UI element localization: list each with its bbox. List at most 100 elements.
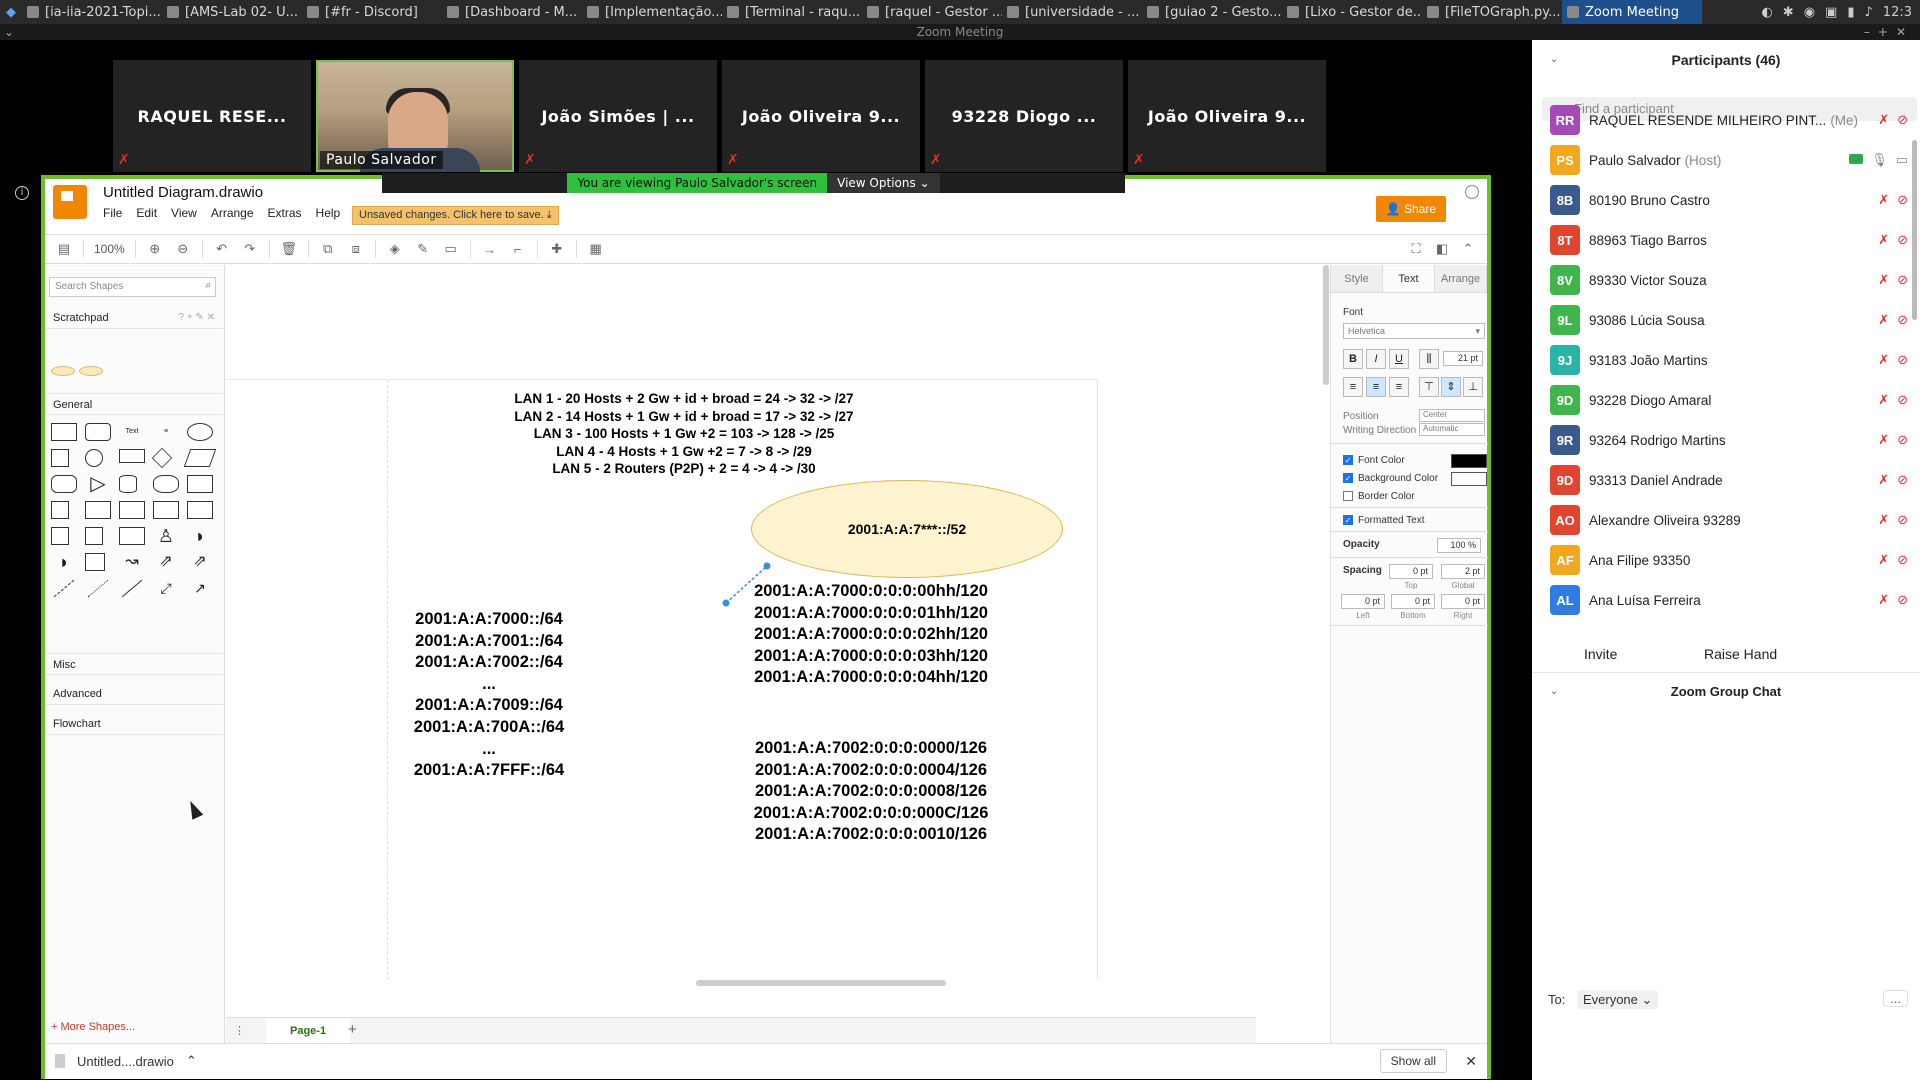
dashed-line-shape[interactable] [53, 579, 75, 598]
textbox-shape[interactable]: ≡ [153, 423, 179, 441]
to-front-icon[interactable]: ⧉ [319, 241, 337, 257]
spacing-bottom-input[interactable]: 0 pt [1391, 594, 1435, 609]
chat-more-button[interactable]: ... [1883, 990, 1908, 1007]
page-tab[interactable]: Page-1 [266, 1018, 351, 1044]
menu-item[interactable]: Help [316, 206, 341, 220]
chevron-down-icon[interactable]: ⌄ [1550, 672, 1558, 712]
chevron-down-icon[interactable]: ⌄ [4, 24, 14, 40]
format-tab-arrange[interactable]: Arrange [1435, 265, 1487, 292]
taskbar-task[interactable]: [Implementação... [582, 0, 722, 24]
download-item[interactable]: Untitled....drawio ⌃ [55, 1053, 197, 1069]
unsaved-changes-button[interactable]: Unsaved changes. Click here to save. ⤓ [352, 206, 559, 225]
participant-row[interactable]: 9R 93264 Rodrigo Martins ✗ ⊘ [1550, 424, 1910, 456]
align-top-icon[interactable]: ⊤ [1419, 377, 1439, 397]
cylinder-shape[interactable] [119, 475, 137, 493]
participant-row[interactable]: 9D 93313 Daniel Andrade ✗ ⊘ [1550, 464, 1910, 496]
callout-shape[interactable] [119, 527, 145, 545]
spacing-global-input[interactable]: 2 pt [1441, 564, 1485, 579]
data-storage-shape[interactable] [85, 553, 105, 571]
scratchpad-controls-icon[interactable]: ? + ✎ ✕ [179, 307, 216, 329]
scratchpad-shape[interactable] [79, 366, 103, 376]
collapse-icon[interactable]: ⌃ [1459, 241, 1477, 257]
writing-direction-select[interactable]: Automatic [1419, 423, 1485, 436]
fill-color-icon[interactable]: ◈ [386, 241, 404, 257]
line-shape[interactable] [121, 579, 143, 598]
trapezoid-shape[interactable] [153, 501, 179, 519]
scratchpad-section[interactable]: Scratchpad ? + ✎ ✕ [45, 307, 223, 329]
shadow-icon[interactable]: ▭ [442, 241, 460, 257]
volume-icon[interactable]: ♪ [1865, 5, 1873, 20]
menu-item[interactable]: Extras [268, 206, 302, 220]
share-button[interactable]: 👤 Share [1375, 196, 1446, 222]
align-bottom-icon[interactable]: ⊥ [1463, 377, 1483, 397]
vertical-scrollbar[interactable] [1323, 265, 1329, 385]
participant-row[interactable]: RR RAQUEL RESENDE MILHEIRO PINT... (Me) ✗ ⊘ [1550, 104, 1910, 136]
taskbar-task[interactable]: [universidade - ... [1002, 0, 1142, 24]
participant-row[interactable]: 9D 93228 Diogo Amaral ✗ ⊘ [1550, 384, 1910, 416]
misc-section[interactable]: Misc [45, 653, 223, 675]
taskbar-task[interactable]: [ia-iia-2021-Topi... [22, 0, 162, 24]
participants-scrollbar[interactable] [1912, 140, 1917, 320]
video-tile[interactable]: 93228 Diogo ... ✗ [925, 60, 1123, 172]
format-panel-icon[interactable]: ◧ [1433, 241, 1451, 257]
underline-button[interactable]: U [1389, 349, 1409, 369]
text-shape[interactable]: Text [119, 423, 145, 441]
bidirectional-connector-shape[interactable]: ⤢ [153, 579, 179, 597]
fullscreen-icon[interactable]: ⛶ [1407, 241, 1425, 257]
video-tile[interactable]: João Oliveira 9... ✗ [722, 60, 920, 172]
add-page-icon[interactable]: + [348, 1021, 357, 1038]
subnet-120-list[interactable]: 2001:A:A:7000:0:0:0:00hh/120 2001:A:A:700… [736, 581, 1006, 689]
subnet-64-list[interactable]: 2001:A:A:7000::/64 2001:A:A:7001::/64 2001… [404, 609, 574, 782]
note-shape[interactable] [51, 527, 69, 545]
discord-tray-icon[interactable]: ◉ [1804, 5, 1815, 20]
participant-row[interactable]: AL Ana Luísa Ferreira ✗ ⊘ [1550, 584, 1910, 616]
triangle-shape[interactable]: ▷ [85, 474, 111, 494]
clock[interactable]: 12:3 [1883, 5, 1912, 20]
format-tab-style[interactable]: Style [1331, 265, 1383, 292]
menu-item[interactable]: Arrange [211, 206, 254, 220]
participant-row[interactable]: AO Alexandre Oliveira 93289 ✗ ⊘ [1550, 504, 1910, 536]
or-shape[interactable]: ◗ [187, 527, 213, 545]
panels-icon[interactable]: ▤ [55, 241, 73, 257]
process-shape[interactable] [119, 449, 145, 463]
taskbar-task[interactable]: [guiao 2 - Gesto... [1142, 0, 1282, 24]
table-icon[interactable]: ▦ [587, 241, 605, 257]
taskbar-task[interactable]: Zoom Meeting [1562, 0, 1702, 24]
chevron-down-icon[interactable]: ⌄ [1550, 40, 1558, 80]
zoom-tray-icon[interactable]: ▣ [1825, 5, 1837, 20]
cloud-shape[interactable] [153, 475, 179, 493]
video-tile[interactable]: Paulo Salvador [316, 60, 514, 172]
rectangle-shape[interactable] [51, 423, 77, 441]
ellipse-shape[interactable] [187, 423, 213, 441]
flowchart-section[interactable]: Flowchart [45, 713, 223, 735]
taskbar-task[interactable]: [#fr - Discord] [302, 0, 442, 24]
network-icon[interactable]: ◐ [1761, 5, 1772, 20]
card-shape[interactable] [85, 527, 103, 545]
participant-row[interactable]: 8B 80190 Bruno Castro ✗ ⊘ [1550, 184, 1910, 216]
participant-row[interactable]: 8T 88963 Tiago Barros ✗ ⊘ [1550, 224, 1910, 256]
cube-shape[interactable] [85, 501, 111, 519]
opacity-input[interactable]: 100 % [1437, 538, 1481, 553]
align-right-icon[interactable]: ≡ [1389, 377, 1409, 397]
line-color-icon[interactable]: ✎ [414, 241, 432, 257]
waypoints-icon[interactable]: ⌐ [509, 241, 527, 257]
document-title[interactable]: Untitled Diagram.drawio [103, 184, 263, 201]
diamond-shape[interactable] [151, 447, 173, 469]
curve-shape[interactable]: ↝ [119, 553, 145, 571]
taskbar-task[interactable]: [Lixo - Gestor de... [1282, 0, 1422, 24]
arrow-shape[interactable]: ⇗ [187, 553, 213, 571]
align-left-icon[interactable]: ≡ [1343, 377, 1363, 397]
participant-row[interactable]: 9J 93183 João Martins ✗ ⊘ [1550, 344, 1910, 376]
zoom-out-icon[interactable]: ⊖ [174, 241, 192, 257]
to-back-icon[interactable]: ⧈ [347, 241, 365, 257]
insert-icon[interactable]: ✚ [548, 241, 566, 257]
font-family-select[interactable]: Helvetica ▾ [1343, 323, 1485, 339]
advanced-section[interactable]: Advanced [45, 683, 223, 705]
start-menu-icon[interactable]: ◆ [0, 0, 22, 24]
circle-shape[interactable] [85, 449, 103, 467]
taskbar-task[interactable]: [Terminal - raqu... [722, 0, 862, 24]
delete-icon[interactable]: 🗑 [280, 241, 298, 257]
italic-button[interactable]: I [1366, 349, 1386, 369]
parallelogram-shape[interactable] [183, 449, 217, 467]
internal-storage-shape[interactable] [51, 501, 69, 519]
